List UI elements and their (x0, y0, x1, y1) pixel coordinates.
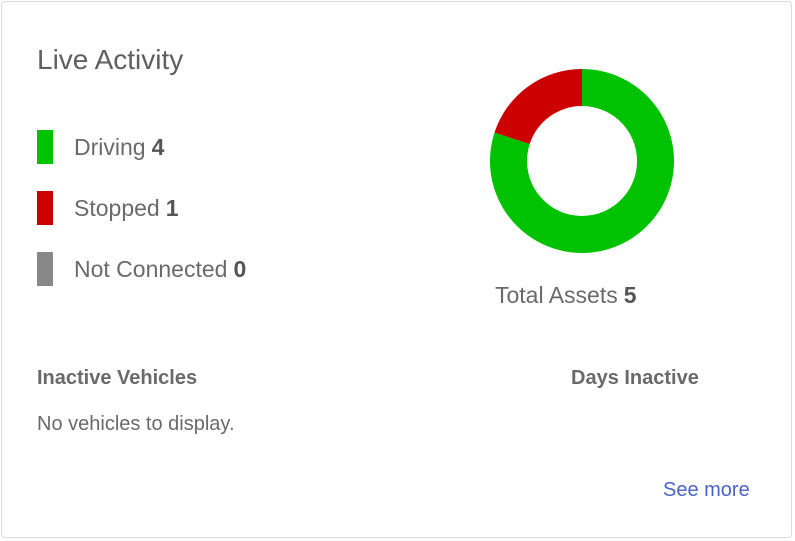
legend-item-driving: Driving 4 (37, 129, 246, 165)
stopped-swatch-icon (37, 191, 53, 225)
total-assets: Total Assets 5 (495, 282, 637, 309)
total-assets-label: Total Assets (495, 282, 618, 308)
see-more-link[interactable]: See more (663, 479, 750, 502)
status-legend: Driving 4 Stopped 1 Not Connected 0 (37, 129, 246, 312)
legend-count: 1 (165, 194, 179, 221)
legend-count: 0 (233, 255, 247, 282)
inactive-vehicles-header: Inactive Vehicles (37, 367, 198, 389)
legend-label: Driving (74, 133, 146, 160)
total-assets-count: 5 (623, 282, 637, 308)
live-activity-card: Live Activity Driving 4 Stopped 1 Not Co… (1, 1, 792, 538)
legend-item-stopped: Stopped 1 (37, 190, 246, 226)
legend-label: Stopped (74, 194, 160, 221)
driving-swatch-icon (37, 130, 53, 164)
legend-item-not-connected: Not Connected 0 (37, 251, 246, 287)
not-connected-swatch-icon (37, 252, 53, 286)
legend-count: 4 (151, 133, 165, 160)
status-donut-chart (490, 69, 674, 254)
card-title: Live Activity (37, 44, 184, 75)
days-inactive-header: Days Inactive (571, 367, 699, 389)
donut-slice-stopped (494, 69, 582, 145)
empty-vehicles-message: No vehicles to display. (37, 413, 235, 435)
legend-label: Not Connected (74, 255, 228, 282)
